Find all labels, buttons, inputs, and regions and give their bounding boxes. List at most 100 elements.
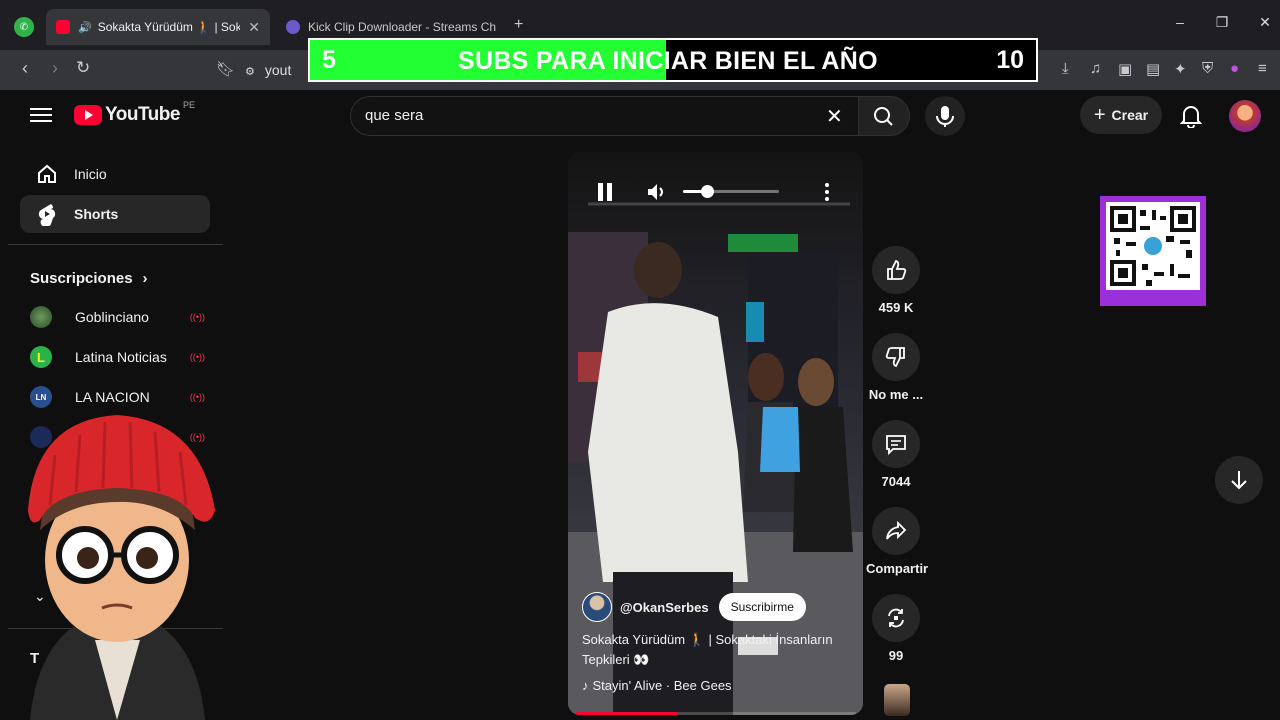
video-progress-bar[interactable] <box>576 712 856 715</box>
live-icon: ((•)) <box>189 312 205 322</box>
goal-current: 5 <box>322 46 336 74</box>
subscription-item[interactable]: L Latina Noticias ((•)) <box>30 342 205 372</box>
channel-avatar: LN <box>30 386 52 408</box>
forward-icon[interactable]: › <box>52 58 58 79</box>
create-label: Crear <box>1111 107 1149 123</box>
youtube-play-icon <box>74 105 102 125</box>
tab-youtube[interactable]: 🔊 Sokakta Yürüdüm 🚶 | Sokakta ✕ <box>46 9 270 45</box>
comment-count: 7044 <box>881 474 911 489</box>
sidebar-item-label: Inicio <box>74 166 107 182</box>
volume-handle[interactable] <box>701 185 714 198</box>
channel-name: Latina Noticias <box>75 349 167 365</box>
microphone-icon <box>936 106 954 127</box>
youtube-favicon-icon <box>56 20 70 34</box>
channel-handle[interactable]: @OkanSerbes <box>620 600 709 615</box>
address-input[interactable]: ⚙︎ yout <box>245 55 305 85</box>
clear-search-icon[interactable]: ✕ <box>826 104 843 129</box>
plus-icon: + <box>1093 103 1106 126</box>
notifications-icon[interactable] <box>1179 104 1203 133</box>
like-count: 459 K <box>878 300 914 315</box>
next-short-button[interactable] <box>1215 456 1263 504</box>
download-icon[interactable]: ⤓ <box>1062 60 1069 77</box>
qr-code-icon <box>1110 206 1196 286</box>
goal-text: SUBS PARA INICIAR BIEN EL AÑO <box>458 47 878 75</box>
sidebar-item-inicio[interactable]: Inicio <box>20 155 210 193</box>
address-text: yout <box>264 62 292 78</box>
shorts-icon <box>38 204 56 226</box>
subscription-item[interactable]: LN LA NACION ((•)) <box>30 382 205 412</box>
live-icon: ((•)) <box>189 352 205 362</box>
youtube-logo[interactable]: YouTube PE <box>74 100 195 126</box>
goal-target: 10 <box>996 46 1024 74</box>
music-track[interactable]: ♪ Stayin' Alive · Bee Gees <box>582 678 732 693</box>
channel-name: LA NACION <box>75 389 150 405</box>
music-note-icon: ♪ <box>582 678 589 693</box>
dislike-button[interactable]: No me ... <box>866 333 926 402</box>
sidebar-icon[interactable]: ▣ <box>1118 60 1132 78</box>
sidebar-divider <box>8 244 223 245</box>
comments-button[interactable]: 7044 <box>866 420 926 489</box>
arrow-down-icon <box>1231 471 1247 490</box>
share-label: Compartir <box>866 561 929 576</box>
menu-icon[interactable]: ≡ <box>1258 60 1267 77</box>
reload-icon[interactable]: ↻ <box>76 58 90 78</box>
user-avatar[interactable] <box>1229 100 1261 132</box>
short-title[interactable]: Sokakta Yürüdüm 🚶 | Sokaktaki İnsanların… <box>582 630 852 670</box>
share-button[interactable]: Compartir <box>866 507 929 576</box>
whatsapp-icon[interactable]: ✆ <box>14 17 34 37</box>
short-video-player[interactable]: @OkanSerbes Suscribirme Sokakta Yürüdüm … <box>568 152 863 715</box>
volume-slider[interactable] <box>683 185 779 198</box>
shield-icon[interactable]: ⛨ <box>1202 60 1213 77</box>
music-icon[interactable]: ♫ <box>1090 60 1101 77</box>
channel-avatar[interactable] <box>582 592 612 622</box>
chevron-right-icon: › <box>142 270 148 287</box>
subscriptions-heading[interactable]: Suscripciones › <box>30 270 148 287</box>
maximize-icon[interactable]: ❐ <box>1212 14 1232 31</box>
subscription-item[interactable]: Goblinciano ((•)) <box>30 302 205 332</box>
live-icon: ((•)) <box>189 392 205 402</box>
speaker-icon[interactable]: 🔊 <box>78 21 92 34</box>
dislike-label: No me ... <box>868 387 924 402</box>
new-tab-button[interactable]: + <box>514 16 523 34</box>
back-icon[interactable]: ‹ <box>22 58 28 79</box>
profile-extension-icon[interactable]: ● <box>1230 60 1239 77</box>
share-icon <box>886 520 907 540</box>
voice-search-button[interactable] <box>925 96 965 136</box>
remix-button[interactable]: 99 <box>866 594 926 663</box>
home-icon <box>38 164 56 183</box>
tab-title: Kick Clip Downloader - Streams Chart <box>308 20 496 34</box>
search-icon <box>874 107 893 126</box>
thumbs-up-icon <box>887 259 907 280</box>
streamer-cartoon-avatar <box>28 415 215 720</box>
ai-icon[interactable]: ✦ <box>1174 60 1187 78</box>
qr-code-overlay <box>1100 196 1206 306</box>
close-tab-icon[interactable]: ✕ <box>248 19 260 36</box>
hamburger-menu-icon[interactable] <box>30 104 52 126</box>
channel-name: Goblinciano <box>75 309 149 325</box>
wallet-icon[interactable]: ▤ <box>1146 60 1160 78</box>
volume-icon <box>648 184 663 200</box>
remix-count: 99 <box>888 648 904 663</box>
bookmark-icon[interactable]: 🔖︎ <box>216 60 235 78</box>
site-info-icon[interactable]: ⚙︎ <box>245 66 255 78</box>
channel-avatar <box>30 306 52 328</box>
minimize-icon[interactable]: – <box>1170 14 1190 30</box>
subscribe-button[interactable]: Suscribirme <box>718 593 806 621</box>
pause-icon <box>598 183 612 201</box>
channel-row: @OkanSerbes Suscribirme <box>582 592 806 622</box>
screen: ✆ 🔊 Sokakta Yürüdüm 🚶 | Sokakta ✕ Kick C… <box>0 0 1280 720</box>
video-progress-fill <box>576 712 677 715</box>
audio-thumbnail[interactable] <box>884 684 910 716</box>
tab-title: Sokakta Yürüdüm 🚶 | Sokakta <box>97 20 241 34</box>
thumbs-down-icon <box>885 347 905 368</box>
search-button[interactable] <box>858 96 910 136</box>
search-input[interactable]: que sera <box>350 96 860 136</box>
remix-icon <box>888 608 904 628</box>
like-button[interactable]: 459 K <box>866 246 926 315</box>
subscriber-goal-banner: 5 SUBS PARA INICIAR BIEN EL AÑO 10 <box>308 38 1038 82</box>
close-window-icon[interactable]: ✕ <box>1255 14 1275 31</box>
create-button[interactable]: + Crear <box>1080 96 1162 134</box>
channel-avatar: L <box>30 346 52 368</box>
sidebar-item-shorts[interactable]: Shorts <box>20 195 210 233</box>
streams-chart-favicon-icon <box>286 20 300 34</box>
